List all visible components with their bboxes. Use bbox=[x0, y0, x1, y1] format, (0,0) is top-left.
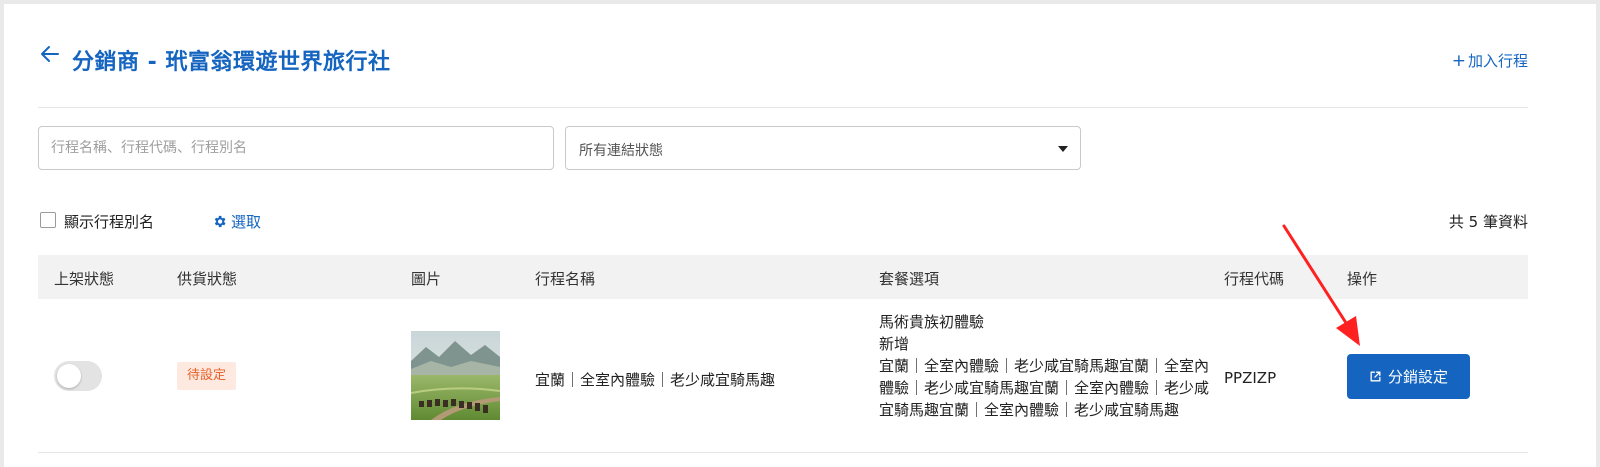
package-option: 新增 bbox=[879, 335, 910, 353]
back-arrow-icon[interactable] bbox=[38, 42, 62, 66]
col-trip-name: 行程名稱 bbox=[535, 270, 596, 288]
package-option: 馬術貴族初體驗 bbox=[879, 313, 985, 331]
plus-icon: + bbox=[1451, 51, 1466, 71]
col-supply-status: 供貨狀態 bbox=[177, 270, 238, 288]
col-image: 圖片 bbox=[411, 270, 442, 288]
page-title: 分銷商 - 玳富翁環遊世界旅行社 bbox=[72, 50, 391, 75]
external-link-icon bbox=[1370, 371, 1381, 382]
select-columns-button[interactable]: 選取 bbox=[212, 211, 261, 232]
trip-thumbnail bbox=[411, 331, 500, 420]
col-actions: 操作 bbox=[1347, 270, 1378, 288]
listed-toggle[interactable] bbox=[54, 361, 102, 391]
link-status-select[interactable]: 所有連結狀態 bbox=[565, 126, 1081, 170]
distribution-settings-label: 分銷設定 bbox=[1387, 368, 1448, 386]
supply-status-badge: 待設定 bbox=[177, 362, 237, 390]
package-option: 宜蘭｜全室內體驗｜老少咸宜騎馬趣宜蘭｜全室內體驗｜老少咸宜騎馬趣宜蘭｜全室內體驗… bbox=[879, 357, 1210, 419]
col-listed: 上架狀態 bbox=[54, 270, 115, 288]
table-tools: 顯示行程別名 選取 共 5 筆資料 bbox=[38, 208, 1528, 236]
caret-down-icon bbox=[1058, 146, 1068, 152]
add-trip-label: 加入行程 bbox=[1467, 52, 1528, 70]
show-alias-checkbox[interactable] bbox=[40, 212, 56, 228]
select-label: 選取 bbox=[231, 213, 262, 231]
package-options: 馬術貴族初體驗 新增 宜蘭｜全室內體驗｜老少咸宜騎馬趣宜蘭｜全室內體驗｜老少咸宜… bbox=[879, 311, 1209, 421]
distributor-page: 分銷商 - 玳富翁環遊世界旅行社 +加入行程 所有連結狀態 顯示行程別名 選取 … bbox=[4, 4, 1596, 467]
record-count: 共 5 筆資料 bbox=[1448, 213, 1528, 231]
trip-table: 上架狀態 供貨狀態 圖片 行程名稱 套餐選項 行程代碼 操作 待設定 宜蘭｜全室… bbox=[38, 255, 1528, 453]
toggle-knob bbox=[57, 364, 81, 388]
col-packages: 套餐選項 bbox=[879, 270, 940, 288]
show-alias-label: 顯示行程別名 bbox=[64, 213, 155, 231]
distribution-settings-button[interactable]: 分銷設定 bbox=[1347, 354, 1470, 399]
search-input[interactable] bbox=[38, 126, 554, 170]
col-trip-code: 行程代碼 bbox=[1224, 270, 1285, 288]
table-header: 上架狀態 供貨狀態 圖片 行程名稱 套餐選項 行程代碼 操作 bbox=[38, 255, 1528, 299]
trip-name: 宜蘭｜全室內體驗｜老少咸宜騎馬趣 bbox=[535, 371, 776, 389]
trip-code: PPZIZP bbox=[1224, 369, 1277, 387]
page-header: 分銷商 - 玳富翁環遊世界旅行社 + 加入行程 bbox=[38, 40, 1528, 108]
table-row: 待設定 宜蘭｜全室內體驗｜老少咸宜騎馬趣 馬術貴族初體驗 新增 宜蘭｜全室內體驗… bbox=[38, 299, 1528, 453]
gear-icon bbox=[214, 215, 226, 228]
link-status-value: 所有連結狀態 bbox=[579, 143, 663, 159]
add-trip-button[interactable]: + 加入行程 bbox=[1452, 50, 1528, 71]
